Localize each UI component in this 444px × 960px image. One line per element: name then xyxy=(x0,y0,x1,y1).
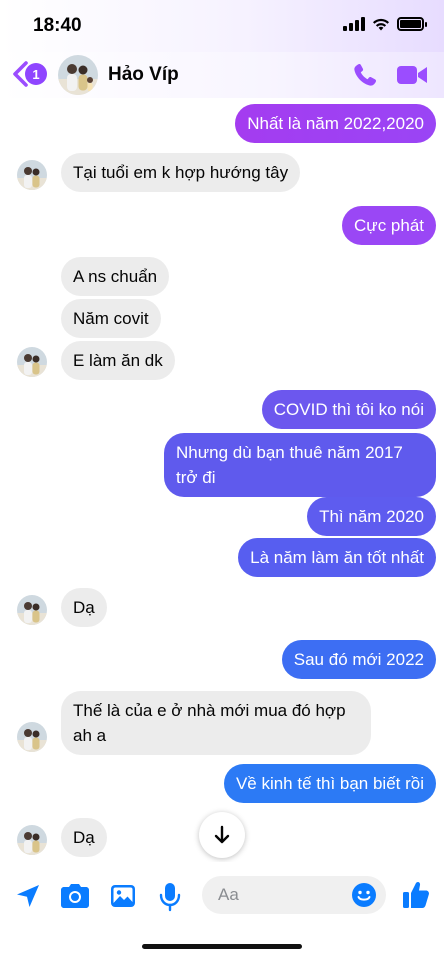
thumbs-up-icon[interactable] xyxy=(402,880,430,910)
arrow-down-icon xyxy=(214,825,230,844)
message-bubble-outgoing[interactable]: Nhưng dù bạn thuê năm 2017 trở đi xyxy=(164,433,436,497)
battery-icon xyxy=(397,17,427,31)
message-bubble-outgoing[interactable]: Thì năm 2020 xyxy=(307,497,436,536)
contact-avatar[interactable] xyxy=(58,55,98,95)
message-input-placeholder: Aa xyxy=(218,885,239,904)
contact-avatar-small xyxy=(17,722,47,752)
message-bubble-outgoing[interactable]: Cực phát xyxy=(342,206,436,245)
contact-avatar-small xyxy=(17,160,47,190)
message-bubble-incoming[interactable]: A ns chuẩn xyxy=(61,257,170,296)
message-bubble-incoming[interactable]: Năm covit xyxy=(61,299,161,338)
message-bubble-outgoing[interactable]: Về kinh tế thì bạn biết rồi xyxy=(223,764,436,803)
message-bubble-outgoing[interactable]: COVID thì tôi ko nói xyxy=(261,390,436,429)
navigation-arrow-icon[interactable] xyxy=(14,882,42,910)
wifi-icon xyxy=(373,18,389,31)
camera-icon[interactable] xyxy=(60,882,90,910)
composer-bar: Aa xyxy=(0,862,444,960)
status-time: 18:40 xyxy=(33,15,82,36)
message-input[interactable]: Aa xyxy=(202,876,386,914)
message-bubble-incoming[interactable]: E làm ăn dk xyxy=(61,341,175,380)
status-bar: 18:40 xyxy=(0,0,444,52)
message-bubble-outgoing[interactable]: Nhất là năm 2022,2020 xyxy=(235,104,436,143)
phone-icon[interactable] xyxy=(352,62,378,88)
contact-avatar-small xyxy=(17,347,47,377)
message-bubble-incoming[interactable]: Thế là của e ở nhà mới mua đó hợp ah a xyxy=(61,691,371,755)
home-indicator xyxy=(142,944,302,949)
message-bubble-outgoing[interactable]: Sau đó mới 2022 xyxy=(281,640,436,679)
contact-avatar-small xyxy=(17,825,47,855)
chat-header: 1 Hảo Víp xyxy=(0,52,444,98)
status-icons xyxy=(343,17,427,31)
cellular-signal-icon xyxy=(343,17,365,31)
message-bubble-incoming[interactable]: Dạ xyxy=(61,588,107,627)
message-bubble-outgoing[interactable]: Là năm làm ăn tốt nhất xyxy=(238,538,436,577)
video-camera-icon[interactable] xyxy=(396,63,428,87)
message-thread[interactable]: Nhất là năm 2022,2020 Tại tuổi em k hợp … xyxy=(0,98,444,858)
message-bubble-incoming[interactable]: Dạ xyxy=(61,818,107,857)
image-icon[interactable] xyxy=(109,882,137,910)
emoji-icon[interactable] xyxy=(351,882,377,908)
contact-avatar-small xyxy=(17,595,47,625)
message-bubble-incoming[interactable]: Tại tuổi em k hợp hướng tây xyxy=(61,153,301,192)
microphone-icon[interactable] xyxy=(158,882,182,912)
contact-name[interactable]: Hảo Víp xyxy=(108,64,179,86)
unread-badge[interactable]: 1 xyxy=(25,63,47,85)
scroll-to-bottom-button[interactable] xyxy=(199,812,245,858)
